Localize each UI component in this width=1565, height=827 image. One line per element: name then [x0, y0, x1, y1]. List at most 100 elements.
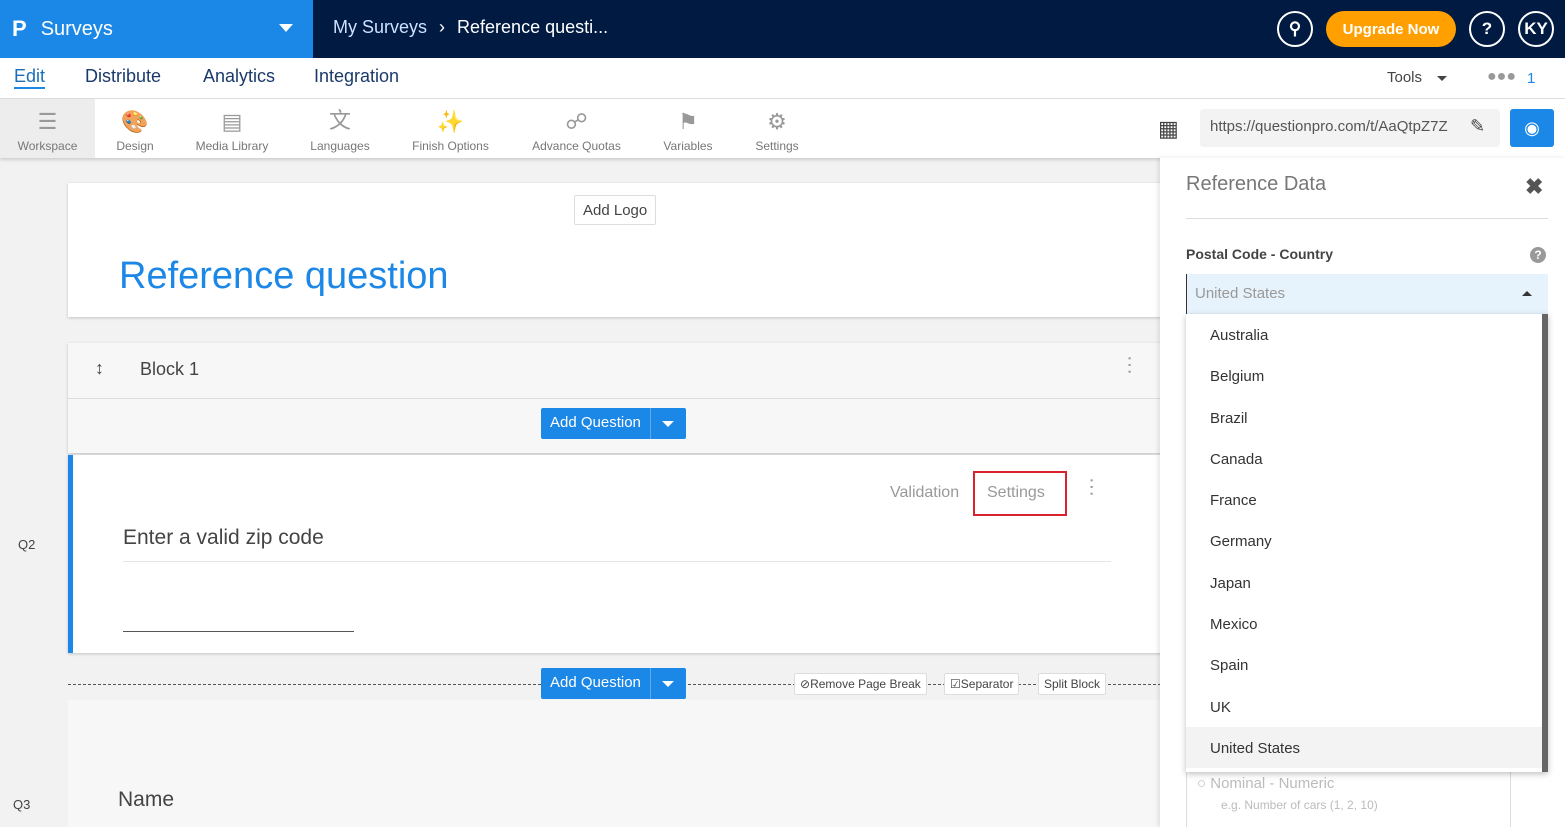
- survey-url-field[interactable]: https://questionpro.com/t/AaQtpZ7Z: [1200, 109, 1500, 147]
- chevron-up-icon: [1522, 291, 1532, 296]
- tool-variables[interactable]: ⚑ Variables: [655, 99, 721, 158]
- breadcrumb-my-surveys[interactable]: My Surveys: [333, 17, 427, 38]
- dropdown-option[interactable]: Australia: [1186, 314, 1542, 355]
- toolbar: ☰ Workspace 🎨 Design ▤ Media Library 文 Langu…: [0, 99, 1565, 158]
- link-icon: ☍: [565, 109, 588, 134]
- tab-edit[interactable]: Edit: [14, 66, 46, 89]
- tool-label: Settings: [755, 139, 799, 153]
- preview-button[interactable]: ◉: [1510, 109, 1554, 147]
- question-number: Q3: [13, 797, 31, 812]
- add-logo-button[interactable]: Add Logo: [574, 195, 657, 225]
- selected-value: United States: [1195, 285, 1286, 302]
- radio-button[interactable]: ○ Nominal - Numeric: [1197, 775, 1334, 792]
- dropdown-option[interactable]: Germany: [1186, 520, 1542, 561]
- add-question-label: Add Question: [550, 414, 641, 431]
- question-text[interactable]: Name: [118, 788, 174, 812]
- image-icon: ▤: [221, 109, 243, 134]
- search-icon: ⚲: [1288, 19, 1302, 38]
- add-question-label: Add Question: [550, 674, 641, 691]
- add-question-button[interactable]: Add Question: [541, 668, 686, 699]
- tag-icon: ⚑: [678, 109, 698, 134]
- settings-link[interactable]: Settings: [973, 471, 1067, 516]
- logo-icon: P: [12, 16, 27, 41]
- tool-design[interactable]: 🎨 Design: [100, 99, 170, 158]
- dropdown-option[interactable]: Canada: [1186, 438, 1542, 479]
- tab-analytics[interactable]: Analytics: [203, 66, 275, 87]
- chevron-down-icon: [662, 680, 675, 687]
- chevron-down-icon: [662, 420, 675, 427]
- question-number: Q2: [18, 537, 36, 552]
- app-switcher[interactable]: P Surveys: [0, 0, 313, 58]
- chevron-down-icon: [1437, 76, 1447, 81]
- question-card-q3[interactable]: Name: [68, 700, 1161, 827]
- remove-page-break-button[interactable]: ⊘Remove Page Break: [794, 673, 927, 695]
- unlink-icon: ⊘: [800, 677, 811, 691]
- eye-icon: ◉: [1524, 117, 1540, 138]
- checkbox-icon: ☑: [950, 677, 961, 691]
- split-block-button[interactable]: Split Block: [1038, 673, 1107, 695]
- translate-icon: 文: [328, 108, 351, 133]
- tool-settings[interactable]: ⚙ Settings: [747, 99, 807, 158]
- country-dropdown-list: Australia Belgium Brazil Canada France German…: [1186, 314, 1548, 772]
- question-more-icon[interactable]: ···: [1080, 477, 1103, 497]
- dropdown-option[interactable]: United States: [1186, 726, 1542, 769]
- block-name[interactable]: Block 1: [140, 359, 199, 380]
- tool-label: Design: [116, 139, 154, 153]
- tool-workspace[interactable]: ☰ Workspace: [0, 99, 95, 158]
- tool-finish-options[interactable]: ✨ Finish Options: [403, 99, 498, 158]
- tool-label: Variables: [663, 139, 713, 153]
- upgrade-button[interactable]: Upgrade Now: [1326, 11, 1456, 47]
- qr-code-icon[interactable]: ▦: [1158, 116, 1179, 142]
- palette-icon: 🎨: [121, 109, 149, 134]
- country-select[interactable]: United States: [1186, 274, 1548, 314]
- collapse-icon[interactable]: ↕: [95, 358, 104, 379]
- dropdown-option[interactable]: Belgium: [1186, 355, 1542, 396]
- survey-header-card: Add Logo Reference question: [68, 183, 1161, 317]
- dropdown-option[interactable]: UK: [1186, 686, 1542, 727]
- answer-input[interactable]: [123, 631, 354, 632]
- help-button[interactable]: ?: [1469, 11, 1505, 47]
- add-question-dropdown[interactable]: [649, 408, 686, 439]
- block-more-icon[interactable]: ···: [1118, 355, 1141, 375]
- tool-label: Media Library: [195, 139, 269, 153]
- close-icon[interactable]: ✖: [1525, 174, 1543, 200]
- tools-menu[interactable]: Tools: [1387, 69, 1422, 86]
- dropdown-option[interactable]: Japan: [1186, 562, 1542, 603]
- tool-languages[interactable]: 文 Languages: [300, 99, 380, 158]
- survey-url: https://questionpro.com/t/AaQtpZ7Z: [1210, 118, 1448, 135]
- tab-integration[interactable]: Integration: [314, 66, 399, 87]
- add-question-button[interactable]: Add Question: [541, 408, 686, 439]
- collaborators-count[interactable]: 1: [1527, 70, 1535, 87]
- avatar[interactable]: KY: [1518, 11, 1554, 47]
- add-question-dropdown[interactable]: [649, 668, 686, 699]
- block-card: ↕ Block 1 ··· Add Question: [68, 343, 1161, 453]
- tool-advance-quotas[interactable]: ☍ Advance Quotas: [525, 99, 628, 158]
- main-tabs: Edit Distribute Analytics Integration To…: [0, 58, 1565, 99]
- chevron-right-icon: ›: [439, 17, 446, 37]
- dropdown-option[interactable]: France: [1186, 479, 1542, 520]
- option-hint: e.g. Number of cars (1, 2, 10): [1221, 798, 1378, 812]
- help-icon[interactable]: ?: [1530, 247, 1546, 263]
- workspace-icon: ☰: [37, 109, 58, 134]
- question-text[interactable]: Enter a valid zip code: [123, 526, 324, 550]
- dropdown-option[interactable]: Brazil: [1186, 397, 1542, 438]
- search-button[interactable]: ⚲: [1277, 11, 1313, 47]
- edit-url-pencil-icon[interactable]: ✎: [1470, 116, 1486, 137]
- tab-distribute[interactable]: Distribute: [85, 66, 161, 87]
- survey-title[interactable]: Reference question: [119, 255, 449, 298]
- tool-label: Finish Options: [412, 139, 489, 153]
- app-name: Surveys: [40, 17, 113, 40]
- question-card-q2[interactable]: Validation Settings ··· Enter a valid zi…: [68, 455, 1163, 653]
- field-label: Postal Code - Country: [1186, 246, 1334, 262]
- breadcrumb-current: Reference questi...: [457, 17, 609, 37]
- tool-label: Workspace: [17, 139, 78, 153]
- chevron-down-icon: [279, 24, 293, 32]
- dropdown-option[interactable]: Spain: [1186, 644, 1542, 685]
- tool-media-library[interactable]: ▤ Media Library: [187, 99, 277, 158]
- separator-button[interactable]: ☑Separator: [944, 673, 1020, 695]
- validation-link[interactable]: Validation: [890, 484, 959, 502]
- tool-label: Languages: [310, 139, 370, 153]
- dropdown-option[interactable]: Mexico: [1186, 603, 1542, 644]
- gear-icon: ⚙: [767, 109, 787, 134]
- users-icon: ●●●: [1487, 68, 1516, 85]
